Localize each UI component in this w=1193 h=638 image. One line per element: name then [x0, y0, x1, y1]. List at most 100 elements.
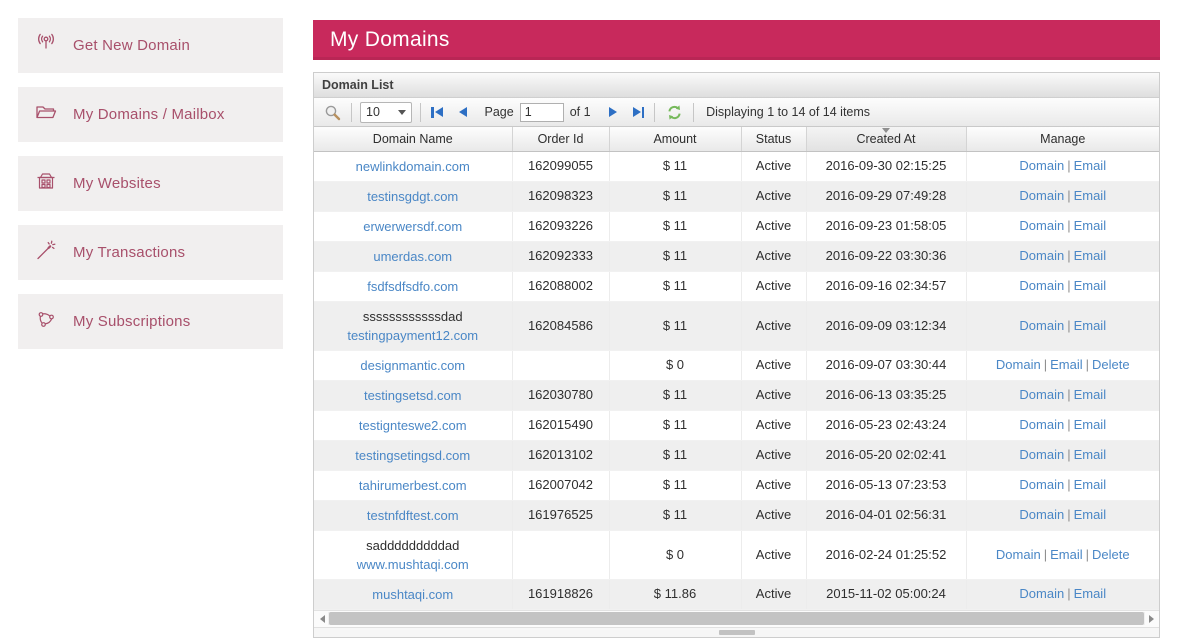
manage-domain-link[interactable]: Domain	[1019, 586, 1064, 601]
column-header-created-at[interactable]: Created At	[806, 127, 966, 151]
manage-email-link[interactable]: Email	[1074, 278, 1107, 293]
manage-domain-link[interactable]: Domain	[1019, 278, 1064, 293]
manage-cell: Domain|Email	[966, 380, 1159, 410]
domain-link[interactable]: tahirumerbest.com	[359, 476, 467, 495]
domain-link[interactable]: testinsgdgt.com	[367, 187, 458, 206]
manage-email-link[interactable]: Email	[1074, 507, 1107, 522]
manage-email-link[interactable]: Email	[1074, 158, 1107, 173]
manage-domain-link[interactable]: Domain	[1019, 417, 1064, 432]
manage-domain-link[interactable]: Domain	[996, 547, 1041, 562]
manage-cell: Domain|Email	[966, 579, 1159, 609]
page-input[interactable]	[520, 103, 564, 122]
scroll-left-arrow[interactable]	[316, 612, 328, 625]
manage-email-link[interactable]: Email	[1074, 248, 1107, 263]
manage-domain-link[interactable]: Domain	[1019, 477, 1064, 492]
domain-link[interactable]: testingsetsd.com	[364, 386, 462, 405]
page-title: My Domains	[313, 20, 1160, 60]
domain-link[interactable]: umerdas.com	[373, 247, 452, 266]
page-size-select[interactable]: 10	[360, 102, 412, 123]
refresh-icon[interactable]	[663, 101, 685, 123]
sidebar-item-my-subscriptions[interactable]: My Subscriptions	[18, 294, 283, 349]
created-at-cell: 2016-09-09 03:12:34	[806, 301, 966, 350]
order-id-cell: 162088002	[512, 271, 609, 301]
manage-email-link[interactable]: Email	[1074, 318, 1107, 333]
page-of-label: of 1	[570, 105, 591, 119]
manage-domain-link[interactable]: Domain	[1019, 158, 1064, 173]
manage-domain-link[interactable]: Domain	[996, 357, 1041, 372]
subscriptions-icon	[34, 307, 58, 336]
manage-email-link[interactable]: Email	[1074, 188, 1107, 203]
domain-link[interactable]: mushtaqi.com	[372, 585, 453, 604]
domain-link[interactable]: erwerwersdf.com	[363, 217, 462, 236]
last-page-button[interactable]	[631, 105, 647, 120]
domain-link[interactable]: testingpayment12.com	[347, 326, 478, 345]
manage-cell: Domain|Email|Delete	[966, 530, 1159, 579]
domain-link[interactable]: fsdfsdfsdfo.com	[367, 277, 458, 296]
column-header-domain-name[interactable]: Domain Name	[314, 127, 512, 151]
manage-domain-link[interactable]: Domain	[1019, 507, 1064, 522]
domain-table-body: newlinkdomain.com162099055$ 11Active2016…	[314, 151, 1159, 609]
table-row: newlinkdomain.com162099055$ 11Active2016…	[314, 151, 1159, 181]
sidebar-item-my-transactions[interactable]: My Transactions	[18, 225, 283, 280]
order-id-cell: 162030780	[512, 380, 609, 410]
manage-delete-link[interactable]: Delete	[1092, 357, 1130, 372]
created-at-cell: 2015-11-02 05:00:24	[806, 579, 966, 609]
search-icon[interactable]	[321, 101, 343, 123]
domain-name-cell: erwerwersdf.com	[314, 211, 512, 241]
domain-name-cell: sadddddddddadwww.mushtaqi.com	[314, 530, 512, 579]
domain-name-cell: umerdas.com	[314, 241, 512, 271]
manage-delete-link[interactable]: Delete	[1092, 547, 1130, 562]
column-header-manage[interactable]: Manage	[966, 127, 1159, 151]
domain-name-cell: fsdfsdfsdfo.com	[314, 271, 512, 301]
prev-page-button[interactable]	[457, 105, 469, 119]
manage-domain-link[interactable]: Domain	[1019, 318, 1064, 333]
manage-domain-link[interactable]: Domain	[1019, 387, 1064, 402]
display-status-text: Displaying 1 to 14 of 14 items	[706, 105, 870, 119]
amount-cell: $ 11	[609, 271, 741, 301]
domain-link[interactable]: newlinkdomain.com	[356, 157, 470, 176]
manage-cell: Domain|Email	[966, 211, 1159, 241]
domain-name-cell: testignteswe2.com	[314, 410, 512, 440]
domain-link[interactable]: www.mushtaqi.com	[357, 555, 469, 574]
table-row: erwerwersdf.com162093226$ 11Active2016-0…	[314, 211, 1159, 241]
manage-cell: Domain|Email	[966, 301, 1159, 350]
manage-email-link[interactable]: Email	[1050, 547, 1083, 562]
domain-link[interactable]: testignteswe2.com	[359, 416, 467, 435]
amount-cell: $ 11	[609, 301, 741, 350]
scroll-right-arrow[interactable]	[1145, 612, 1157, 625]
sidebar-item-get-new-domain[interactable]: Get New Domain	[18, 18, 283, 73]
sidebar-item-my-websites[interactable]: My Websites	[18, 156, 283, 211]
order-id-cell: 161976525	[512, 500, 609, 530]
domain-name-text: ssssssssssssdad	[318, 307, 508, 326]
next-page-button[interactable]	[607, 105, 619, 119]
manage-email-link[interactable]: Email	[1050, 357, 1083, 372]
manage-email-link[interactable]: Email	[1074, 387, 1107, 402]
manage-email-link[interactable]: Email	[1074, 477, 1107, 492]
domain-link[interactable]: designmantic.com	[360, 356, 465, 375]
domain-link[interactable]: testingsetingsd.com	[355, 446, 470, 465]
resize-grip[interactable]	[719, 630, 755, 635]
link-separator: |	[1083, 547, 1092, 562]
column-header-order-id[interactable]: Order Id	[512, 127, 609, 151]
table-row: ssssssssssssdadtestingpayment12.com16208…	[314, 301, 1159, 350]
h-scroll-track[interactable]	[328, 612, 1145, 625]
manage-email-link[interactable]: Email	[1074, 218, 1107, 233]
manage-email-link[interactable]: Email	[1074, 447, 1107, 462]
domain-link[interactable]: testnfdftest.com	[367, 506, 459, 525]
manage-domain-link[interactable]: Domain	[1019, 248, 1064, 263]
manage-email-link[interactable]: Email	[1074, 586, 1107, 601]
manage-domain-link[interactable]: Domain	[1019, 188, 1064, 203]
first-page-button[interactable]	[429, 105, 445, 120]
sidebar-item-my-domains-mailbox[interactable]: My Domains / Mailbox	[18, 87, 283, 142]
manage-domain-link[interactable]: Domain	[1019, 218, 1064, 233]
manage-email-link[interactable]: Email	[1074, 417, 1107, 432]
manage-domain-link[interactable]: Domain	[1019, 447, 1064, 462]
pager: Page of 1	[429, 103, 646, 122]
link-separator: |	[1064, 248, 1073, 263]
h-scroll-thumb[interactable]	[329, 612, 1144, 625]
order-id-cell: 162092333	[512, 241, 609, 271]
column-header-status[interactable]: Status	[741, 127, 806, 151]
table-header-row: Domain Name Order Id Amount Status Creat…	[314, 127, 1159, 151]
status-cell: Active	[741, 181, 806, 211]
column-header-amount[interactable]: Amount	[609, 127, 741, 151]
